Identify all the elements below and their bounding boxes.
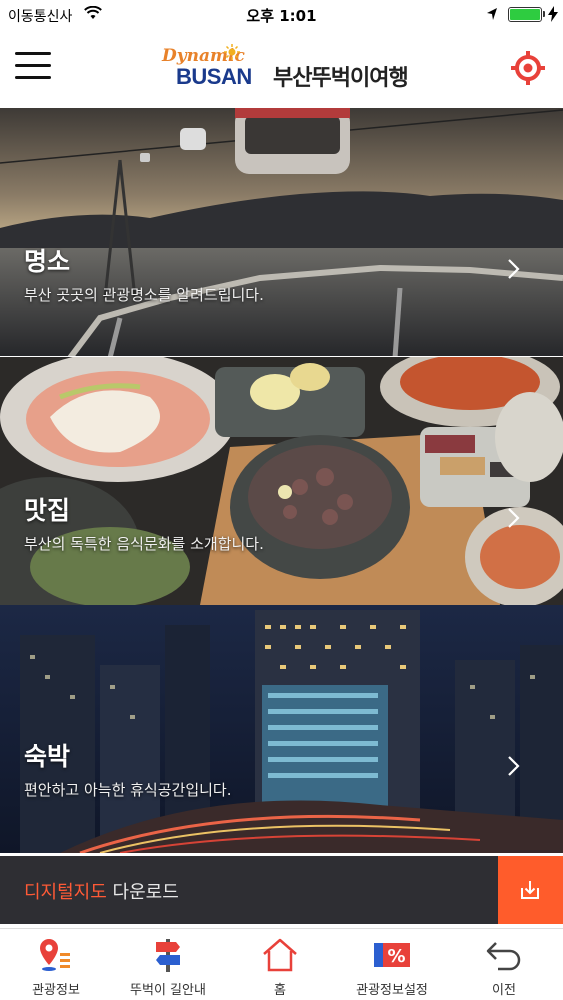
svg-text:%: %	[387, 946, 405, 967]
map-pin-list-icon	[0, 937, 112, 973]
location-arrow-icon	[486, 7, 498, 25]
battery-icon	[508, 7, 542, 22]
category-label: 맛집	[24, 496, 71, 525]
category-description: 부산 곳곳의 관광명소를 알려드립니다.	[24, 286, 264, 304]
category-description: 편안하고 아늑한 휴식공간입니다.	[24, 781, 232, 799]
category-label: 숙박	[24, 742, 71, 771]
category-restaurants[interactable]: 맛집 부산의 독특한 음식문화를 소개합니다.	[0, 357, 563, 605]
restaurants-photo	[0, 357, 563, 605]
digital-map-download-bar[interactable]: 디지털지도 다운로드	[0, 856, 563, 924]
status-bar: 이동통신사 오후 1:01	[0, 0, 563, 30]
tab-tourism-settings[interactable]: % 관광정보설정	[336, 929, 448, 1000]
sights-photo	[0, 108, 563, 356]
download-label: 다운로드	[106, 882, 179, 903]
app-title: 부산뚜벅이여행	[273, 66, 409, 91]
download-button[interactable]	[498, 856, 563, 924]
category-description: 부산의 독특한 음식문화를 소개합니다.	[24, 535, 264, 553]
hamburger-menu-icon[interactable]	[15, 52, 51, 82]
tab-walking-guide[interactable]: 뚜벅이 길안내	[112, 929, 224, 1000]
bottom-tab-bar: 관광정보 뚜벅이 길안내 홈 % 관광정보설정 이전	[0, 928, 563, 1000]
chevron-right-icon	[506, 755, 522, 777]
tab-label: 홈	[274, 983, 286, 998]
signpost-icon	[112, 937, 224, 973]
logo-busan: BUSAN	[176, 64, 252, 89]
status-time: 오후 1:01	[246, 7, 317, 25]
app-header: Dynamic BUSAN 부산뚜벅이여행	[0, 30, 563, 108]
app-logo: Dynamic BUSAN 부산뚜벅이여행	[160, 42, 410, 92]
chevron-right-icon	[506, 507, 522, 529]
tab-label: 관광정보설정	[356, 983, 428, 998]
category-sights[interactable]: 명소 부산 곳곳의 관광명소를 알려드립니다.	[0, 108, 563, 356]
download-text: 디지털지도 다운로드	[24, 878, 179, 904]
tab-label: 관광정보	[32, 983, 80, 998]
category-lodging[interactable]: 숙박 편안하고 아늑한 휴식공간입니다.	[0, 605, 563, 853]
tab-label: 이전	[492, 983, 516, 998]
target-location-icon[interactable]	[510, 50, 546, 86]
download-highlight: 디지털지도	[24, 882, 107, 903]
tab-label: 뚜벅이 길안내	[130, 983, 206, 998]
percent-settings-icon: %	[336, 937, 448, 973]
tab-back[interactable]: 이전	[448, 929, 560, 1000]
chevron-right-icon	[506, 258, 522, 280]
battery-tip	[543, 11, 545, 17]
tab-home[interactable]: 홈	[224, 929, 336, 1000]
download-icon	[521, 881, 539, 899]
charging-icon	[548, 6, 558, 26]
sun-icon	[224, 44, 240, 64]
home-icon	[224, 937, 336, 973]
lodging-photo	[0, 605, 563, 853]
tab-tourism-info[interactable]: 관광정보	[0, 929, 112, 1000]
category-label: 명소	[24, 247, 71, 276]
back-arrow-icon	[448, 937, 560, 973]
